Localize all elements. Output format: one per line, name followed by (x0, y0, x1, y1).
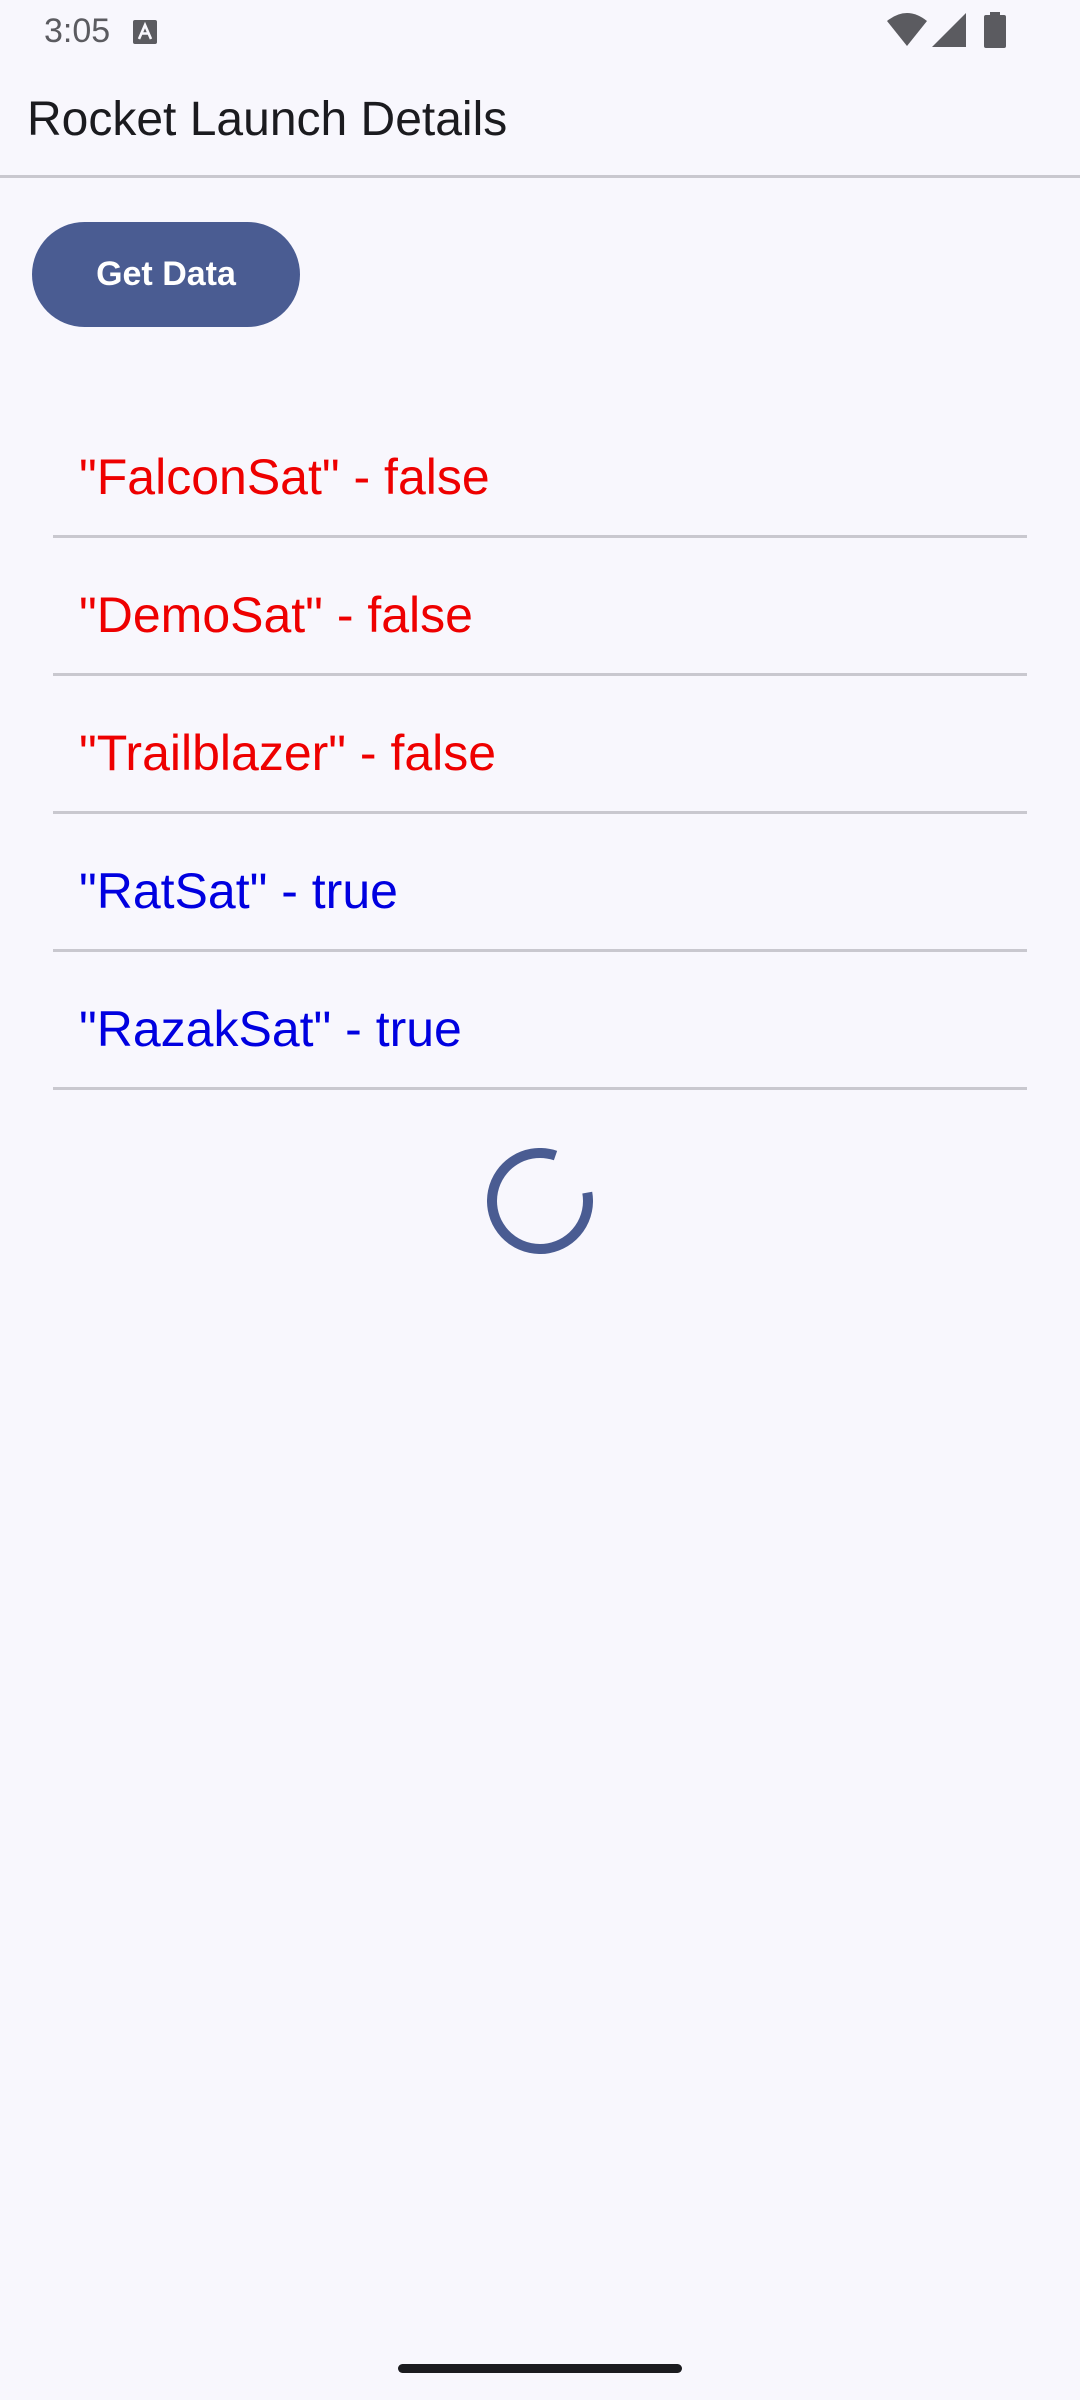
list-item: "RazakSat" - true (53, 952, 1027, 1090)
page-title: Rocket Launch Details (27, 93, 508, 146)
text-a-icon (133, 20, 157, 44)
launch-label: "RazakSat" - true (79, 1001, 462, 1057)
home-indicator[interactable] (398, 2364, 682, 2373)
get-data-button[interactable]: Get Data (32, 222, 300, 327)
list-item: "FalconSat" - false (53, 400, 1027, 538)
launch-list: "FalconSat" - false "DemoSat" - false "T… (53, 400, 1027, 1090)
progress-spinner (487, 1148, 593, 1254)
cell-signal-icon (932, 13, 966, 47)
wifi-icon (887, 13, 927, 46)
app-bar: Rocket Launch Details (0, 62, 1080, 178)
launch-label: "DemoSat" - false (79, 587, 473, 643)
status-bar: 3:05 (0, 0, 1080, 62)
list-item: "RatSat" - true (53, 814, 1027, 952)
list-item: "Trailblazer" - false (53, 676, 1027, 814)
launch-label: "Trailblazer" - false (79, 725, 497, 781)
launch-label: "FalconSat" - false (79, 449, 490, 505)
battery-icon (984, 12, 1006, 48)
status-time: 3:05 (44, 12, 111, 50)
list-item: "DemoSat" - false (53, 538, 1027, 676)
launch-label: "RatSat" - true (79, 863, 398, 919)
